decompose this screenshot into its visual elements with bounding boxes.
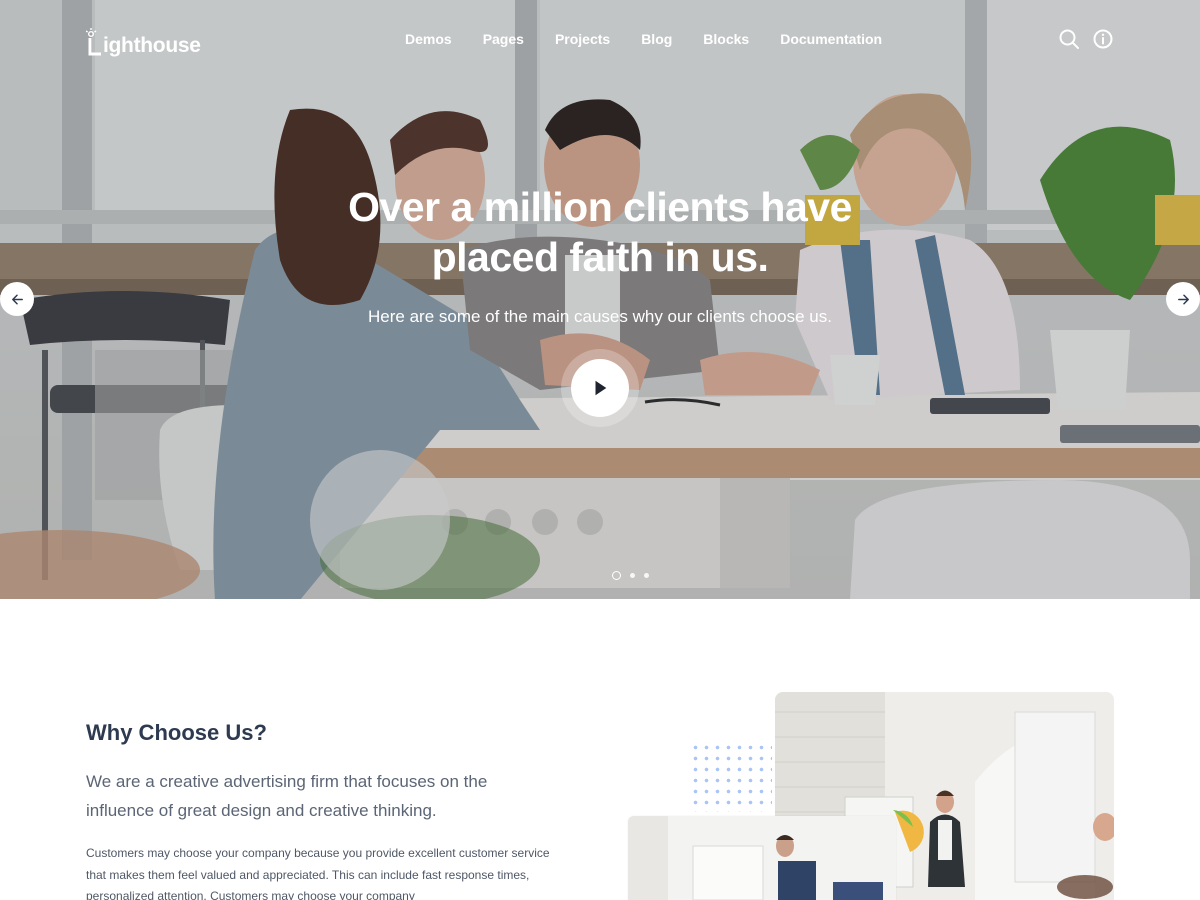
brand-logo[interactable]: ighthouse	[86, 24, 201, 58]
hero-overlay	[0, 0, 1200, 599]
arrow-left-icon	[11, 294, 23, 304]
top-navigation: ighthouse Demos Pages Projects Blog Bloc…	[0, 0, 1200, 80]
slider-prev-button[interactable]	[0, 282, 34, 316]
hero-title-line-1: Over a million clients have	[348, 184, 852, 230]
meeting-photo-small	[628, 816, 896, 900]
play-video-button[interactable]	[571, 359, 629, 417]
menu-item-pages[interactable]: Pages	[483, 30, 524, 48]
brand-name: ighthouse	[103, 34, 201, 57]
why-body-text: Customers may choose your company becaus…	[86, 846, 550, 900]
hero-subtitle: Here are some of the main causes why our…	[368, 307, 832, 326]
arrow-right-icon	[1177, 294, 1189, 304]
menu-item-documentation[interactable]: Documentation	[780, 30, 882, 48]
hero-slider: ighthouse Demos Pages Projects Blog Bloc…	[0, 0, 1200, 599]
slider-dot-3[interactable]	[644, 573, 649, 578]
search-icon[interactable]	[1058, 28, 1080, 50]
slider-pagination	[612, 571, 649, 580]
decorative-dot-grid	[690, 742, 772, 812]
menu-item-blocks[interactable]: Blocks	[703, 30, 749, 48]
menu-item-demos[interactable]: Demos	[405, 30, 452, 48]
slider-dot-2[interactable]	[630, 573, 635, 578]
meeting-photo-small-image	[628, 816, 896, 900]
hero-title: Over a million clients have placed faith…	[250, 182, 950, 282]
why-lead-text: We are a creative advertising firm that …	[86, 772, 488, 820]
hero-title-line-2: placed faith in us.	[431, 234, 769, 280]
main-menu: Demos Pages Projects Blog Blocks Documen…	[405, 30, 882, 48]
info-icon[interactable]	[1092, 28, 1114, 50]
slider-dot-1[interactable]	[612, 571, 621, 580]
menu-item-blog[interactable]: Blog	[641, 30, 672, 48]
lighthouse-logo-icon	[86, 28, 101, 56]
menu-item-projects[interactable]: Projects	[555, 30, 610, 48]
why-title: Why Choose Us?	[86, 720, 267, 745]
slider-next-button[interactable]	[1166, 282, 1200, 316]
play-icon	[595, 380, 607, 396]
